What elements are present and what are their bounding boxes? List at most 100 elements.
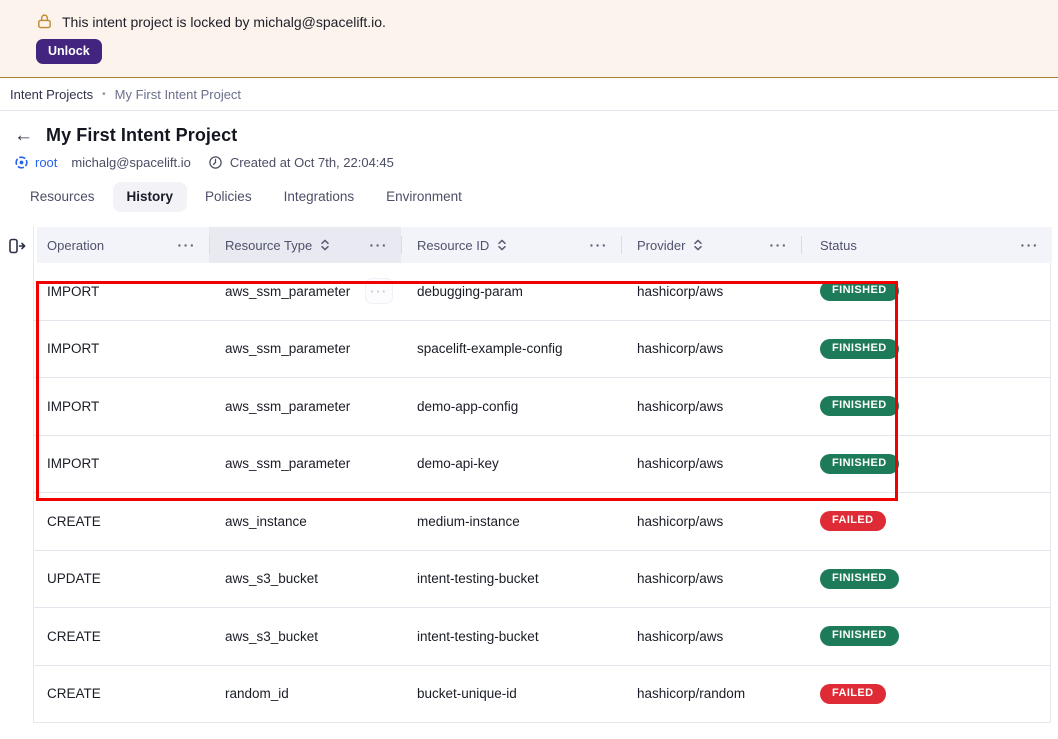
- breadcrumb-intent-projects[interactable]: Intent Projects: [10, 87, 93, 102]
- back-arrow-icon[interactable]: ←: [14, 126, 33, 145]
- page-header: ← My First Intent Project root michalg@s…: [0, 111, 1058, 212]
- row-menu-button[interactable]: ···: [365, 278, 393, 304]
- cell-provider: hashicorp/aws: [621, 571, 801, 586]
- cell-resource-type: random_id: [209, 686, 401, 701]
- cell-resource-type: aws_ssm_parameter: [209, 341, 401, 356]
- lock-icon: [36, 13, 53, 30]
- cell-operation: UPDATE: [37, 571, 209, 586]
- cell-status: FAILED: [801, 684, 1050, 704]
- cell-operation: IMPORT: [37, 456, 209, 471]
- unlock-button[interactable]: Unlock: [36, 39, 102, 64]
- history-table: Operation ··· Resource Type ··· Resource…: [0, 227, 1058, 723]
- status-badge: FINISHED: [820, 396, 899, 416]
- cell-status: FINISHED: [801, 339, 1050, 359]
- cell-resource-type: aws_instance: [209, 514, 401, 529]
- cell-status: FINISHED: [801, 281, 1050, 301]
- cell-status: FINISHED: [801, 626, 1050, 646]
- cell-resource-type: aws_ssm_parameter: [209, 399, 401, 414]
- space-link-root[interactable]: root: [14, 155, 57, 170]
- cell-resource-id: bucket-unique-id: [401, 686, 621, 701]
- column-header-provider[interactable]: Provider ···: [621, 227, 801, 263]
- cell-status: FINISHED: [801, 396, 1050, 416]
- column-menu-icon[interactable]: ···: [370, 238, 389, 252]
- status-badge: FAILED: [820, 511, 886, 531]
- cell-resource-id: debugging-param: [401, 284, 621, 299]
- breadcrumb-current-project[interactable]: My First Intent Project: [115, 87, 241, 102]
- table-row[interactable]: IMPORT aws_ssm_parameter demo-api-key ha…: [34, 436, 1050, 494]
- cell-operation: IMPORT: [37, 399, 209, 414]
- table-row[interactable]: UPDATE aws_s3_bucket intent-testing-buck…: [34, 551, 1050, 609]
- table-row[interactable]: IMPORT aws_ssm_parameter spacelift-examp…: [34, 321, 1050, 379]
- breadcrumb: Intent Projects • My First Intent Projec…: [0, 78, 1058, 111]
- column-menu-icon[interactable]: ···: [178, 238, 197, 252]
- column-label-resource-type: Resource Type: [225, 238, 312, 253]
- status-badge: FAILED: [820, 684, 886, 704]
- cell-provider: hashicorp/aws: [621, 629, 801, 644]
- tab-integrations[interactable]: Integrations: [270, 182, 369, 212]
- cell-resource-id: medium-instance: [401, 514, 621, 529]
- table-row[interactable]: CREATE aws_s3_bucket intent-testing-buck…: [34, 608, 1050, 666]
- tab-history[interactable]: History: [113, 182, 188, 212]
- cell-resource-type: aws_ssm_parameter ···: [209, 278, 401, 304]
- cell-operation: CREATE: [37, 629, 209, 644]
- created-at: Created at Oct 7th, 22:04:45: [208, 155, 394, 170]
- cell-resource-id: spacelift-example-config: [401, 341, 621, 356]
- cell-resource-type: aws_s3_bucket: [209, 571, 401, 586]
- cell-provider: hashicorp/aws: [621, 399, 801, 414]
- sort-icon[interactable]: [692, 238, 704, 252]
- column-header-resource-id[interactable]: Resource ID ···: [401, 227, 621, 263]
- status-badge: FINISHED: [820, 281, 899, 301]
- cell-provider: hashicorp/aws: [621, 514, 801, 529]
- cell-operation: IMPORT: [37, 341, 209, 356]
- column-label-provider: Provider: [637, 238, 685, 253]
- tab-environment[interactable]: Environment: [372, 182, 476, 212]
- cell-resource-id: demo-app-config: [401, 399, 621, 414]
- column-header-status[interactable]: Status ···: [801, 227, 1052, 263]
- status-badge: FINISHED: [820, 339, 899, 359]
- lock-banner: This intent project is locked by michalg…: [0, 0, 1058, 78]
- table-row[interactable]: IMPORT aws_ssm_parameter ··· debugging-p…: [34, 263, 1050, 321]
- table-row[interactable]: CREATE aws_instance medium-instance hash…: [34, 493, 1050, 551]
- tab-bar: Resources History Policies Integrations …: [14, 182, 1044, 212]
- cell-provider: hashicorp/aws: [621, 284, 801, 299]
- cell-resource-id: demo-api-key: [401, 456, 621, 471]
- cell-status: FAILED: [801, 511, 1050, 531]
- cell-provider: hashicorp/aws: [621, 341, 801, 356]
- page-title: My First Intent Project: [46, 125, 237, 146]
- cell-status: FINISHED: [801, 569, 1050, 589]
- space-name: root: [35, 155, 57, 170]
- cell-operation: IMPORT: [37, 284, 209, 299]
- cell-status: FINISHED: [801, 454, 1050, 474]
- cell-resource-id: intent-testing-bucket: [401, 571, 621, 586]
- column-menu-icon[interactable]: ···: [590, 238, 609, 252]
- tab-resources[interactable]: Resources: [16, 182, 109, 212]
- table-row[interactable]: CREATE random_id bucket-unique-id hashic…: [34, 666, 1050, 724]
- lock-banner-message: This intent project is locked by michalg…: [62, 14, 386, 30]
- column-menu-icon[interactable]: ···: [1021, 238, 1040, 252]
- tab-policies[interactable]: Policies: [191, 182, 266, 212]
- column-menu-icon[interactable]: ···: [770, 238, 789, 252]
- column-label-resource-id: Resource ID: [417, 238, 489, 253]
- sort-icon[interactable]: [319, 238, 331, 252]
- cell-resource-type: aws_ssm_parameter: [209, 456, 401, 471]
- cell-provider: hashicorp/random: [621, 686, 801, 701]
- sort-icon[interactable]: [496, 238, 508, 252]
- status-badge: FINISHED: [820, 626, 899, 646]
- status-badge: FINISHED: [820, 454, 899, 474]
- column-header-operation[interactable]: Operation ···: [37, 227, 209, 263]
- resource-type-value: aws_ssm_parameter: [225, 284, 350, 299]
- space-icon: [14, 155, 29, 170]
- owner-email: michalg@spacelift.io: [71, 155, 190, 170]
- cell-resource-id: intent-testing-bucket: [401, 629, 621, 644]
- column-label-status: Status: [820, 238, 857, 253]
- status-badge: FINISHED: [820, 569, 899, 589]
- clock-icon: [208, 155, 223, 170]
- expand-panel-icon[interactable]: [6, 235, 28, 257]
- created-at-label: Created at Oct 7th, 22:04:45: [230, 155, 394, 170]
- table-row[interactable]: IMPORT aws_ssm_parameter demo-app-config…: [34, 378, 1050, 436]
- column-label-operation: Operation: [47, 238, 104, 253]
- cell-operation: CREATE: [37, 514, 209, 529]
- column-header-resource-type[interactable]: Resource Type ···: [209, 227, 401, 263]
- table-header-row: Operation ··· Resource Type ··· Resource…: [37, 227, 1052, 263]
- cell-resource-type: aws_s3_bucket: [209, 629, 401, 644]
